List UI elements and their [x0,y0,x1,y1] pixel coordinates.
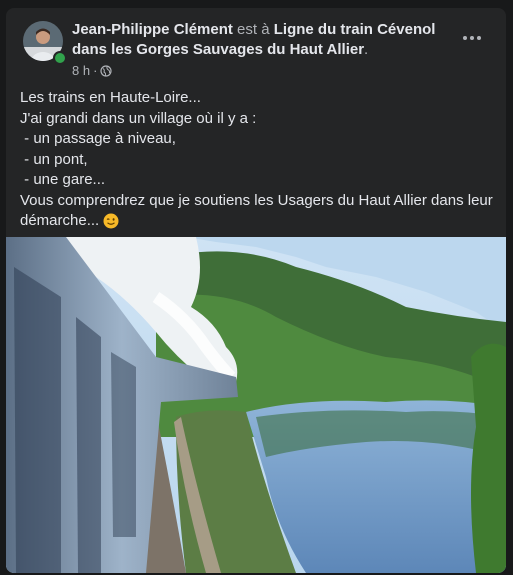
train-gorge-photo [6,237,506,573]
post-text-line: - un pont, [20,150,88,168]
post-header: Jean-Philippe Clément est à Ligne du tra… [6,8,506,83]
post-text-line: - un passage à niveau, [20,130,176,147]
post-text-line: démarche... [20,212,104,229]
title-period: . [364,41,369,58]
post-text: Les trains en Haute-Loire... J'ai grandi… [20,88,498,232]
more-dot [477,36,481,40]
author-name[interactable]: Jean-Philippe Clément [72,21,233,38]
more-dot [470,36,474,40]
meta-separator: · [93,63,98,78]
location-connector: est à [237,21,270,38]
globe-icon[interactable] [100,64,113,77]
more-options-button[interactable] [458,28,486,48]
online-status-dot [53,51,67,65]
post-text-line: J'ai grandi dans un village où il y a : [20,109,257,127]
post-card: Jean-Philippe Clément est à Ligne du tra… [6,8,506,573]
post-meta: 8 h · [72,63,113,78]
post-timestamp[interactable]: 8 h [72,63,90,78]
post-text-line: Vous comprendrez que je soutiens les Usa… [20,191,493,209]
post-photo[interactable] [6,237,506,573]
post-title: Jean-Philippe Clément est à Ligne du tra… [72,20,462,60]
wink-emoji [103,213,119,229]
post-text-line: Les trains en Haute-Loire... [20,89,201,106]
post-text-line: - une gare... [20,171,106,188]
post-text-line-last: démarche... [20,211,498,232]
more-dot [463,36,467,40]
